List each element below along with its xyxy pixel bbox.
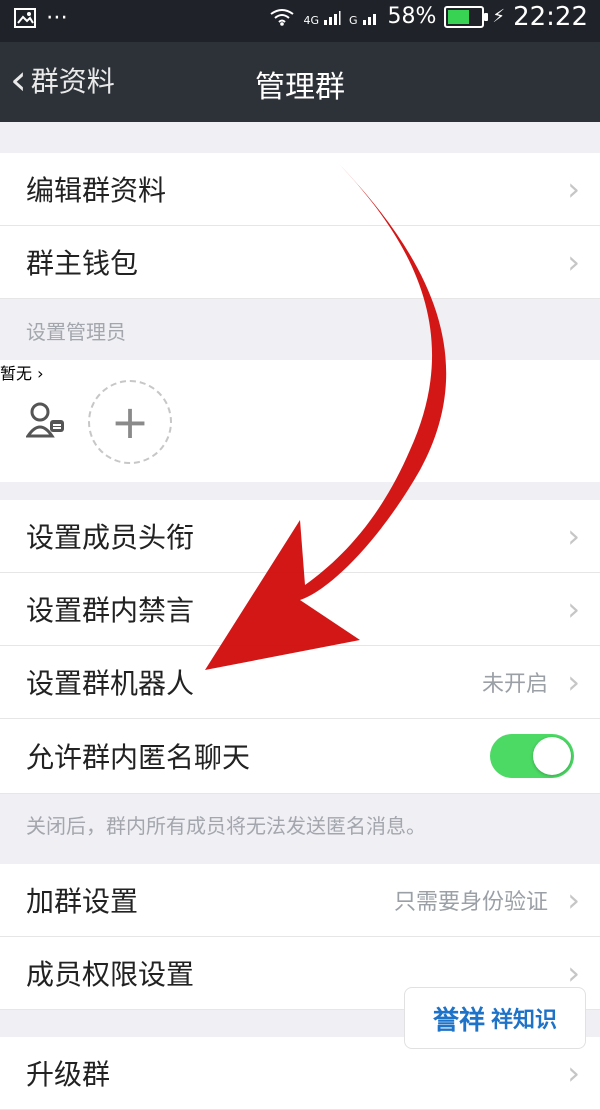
chevron-right-icon: ›	[567, 590, 580, 628]
menu-label: 设置群内禁言	[26, 594, 195, 627]
battery-icon	[444, 6, 489, 28]
admin-value: 暂无	[0, 364, 33, 383]
wifi-icon	[270, 9, 295, 26]
add-admin-button[interactable]: +	[88, 380, 172, 464]
menu-label: 设置群机器人	[26, 667, 195, 700]
user-admin-icon	[26, 402, 64, 438]
signal-g-icon: G	[349, 8, 380, 26]
menu-label: 群主钱包	[26, 247, 139, 280]
menu-item-edit-group-info[interactable]: 编辑群资料 ›	[0, 153, 600, 226]
section-label-set-admin: 设置管理员	[26, 320, 126, 344]
more-icon: ⋯	[46, 5, 68, 30]
chevron-right-icon: ›	[567, 1054, 580, 1092]
menu-label: 允许群内匿名聊天	[26, 741, 251, 774]
battery-percent: 58%	[387, 4, 437, 29]
menu-label: 成员权限设置	[26, 958, 195, 991]
menu-label: 设置成员头衔	[26, 521, 195, 554]
menu-item-anon-chat: 允许群内匿名聊天	[0, 719, 600, 794]
chevron-right-icon: ›	[37, 364, 44, 383]
admin-row[interactable]: + 暂无 ›	[0, 360, 600, 482]
anon-note: 关闭后，群内所有成员将无法发送匿名消息。	[26, 814, 426, 838]
chevron-right-icon: ›	[567, 881, 580, 919]
signal-4g-label: 4G	[303, 14, 319, 27]
menu-label: 加群设置	[26, 885, 139, 918]
anon-chat-toggle[interactable]	[490, 734, 574, 778]
menu-item-group-wallet[interactable]: 群主钱包 ›	[0, 226, 600, 299]
signal-bars-icon	[323, 11, 341, 25]
menu-item-join-settings[interactable]: 加群设置 只需要身份验证 ›	[0, 864, 600, 937]
nav-bar: ‹ 群资料 管理群	[0, 42, 600, 122]
status-bar: ⋯ 4G G 58% ⚡ 22:22	[0, 0, 600, 42]
plus-icon: +	[110, 395, 150, 449]
chevron-right-icon: ›	[567, 170, 580, 208]
signal-4g-icon: 4G	[303, 8, 341, 26]
menu-item-group-mute[interactable]: 设置群内禁言 ›	[0, 573, 600, 646]
watermark-text-1: 誉祥	[432, 1005, 485, 1036]
menu-label: 升级群	[26, 1058, 111, 1091]
menu-item-set-member-title[interactable]: 设置成员头衔 ›	[0, 500, 600, 573]
status-right: 4G G 58% ⚡ 22:22	[269, 4, 588, 30]
chevron-right-icon: ›	[567, 663, 580, 701]
watermark-text-2: 祥知识	[491, 1008, 558, 1033]
menu-value: 未开启	[481, 672, 548, 697]
status-time: 22:22	[513, 2, 588, 32]
charging-icon: ⚡	[492, 6, 506, 27]
menu-value: 只需要身份验证	[393, 890, 548, 915]
page-title: 管理群	[255, 70, 345, 105]
watermark: 誉祥 祥知识	[404, 987, 586, 1049]
status-left: ⋯	[14, 5, 68, 30]
toggle-knob	[533, 737, 571, 775]
menu-item-group-bot[interactable]: 设置群机器人 未开启 ›	[0, 646, 600, 719]
image-icon	[14, 8, 36, 28]
menu-label: 编辑群资料	[26, 174, 167, 207]
chevron-right-icon: ›	[567, 517, 580, 555]
chevron-right-icon: ›	[567, 243, 580, 281]
signal-bars-icon	[362, 14, 376, 25]
signal-g-label: G	[348, 14, 358, 27]
